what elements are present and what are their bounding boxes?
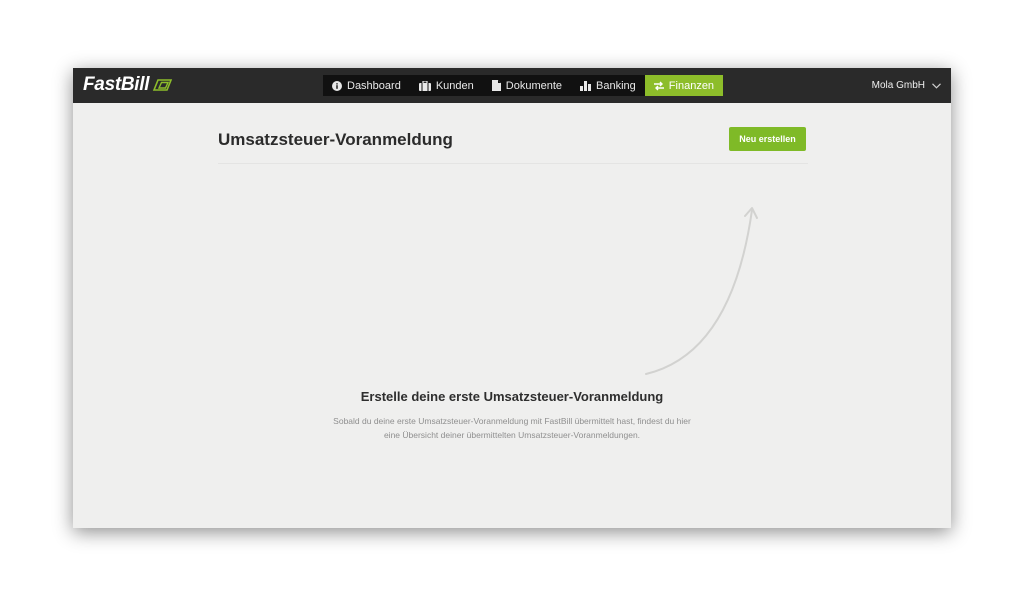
- top-navigation-bar: FastBill Dashboard Kunden Dokumente Bank…: [73, 68, 951, 103]
- chevron-down-icon: [932, 82, 941, 89]
- empty-state-line-2: eine Übersicht deiner übermittelten Umsa…: [383, 430, 641, 440]
- logo-text: FastBill: [83, 74, 150, 95]
- header-divider: [218, 163, 808, 164]
- exchange-icon: [653, 81, 664, 90]
- document-icon: [491, 80, 501, 91]
- account-menu[interactable]: Mola GmbH: [872, 68, 941, 103]
- bar-chart-icon: [580, 80, 592, 91]
- nav-item-dokumente[interactable]: Dokumente: [483, 75, 571, 96]
- logo-signal-icon: [153, 79, 173, 91]
- empty-state-line-1: Sobald du deine erste Umsatzsteuer-Voran…: [333, 416, 691, 426]
- briefcase-icon: [418, 80, 431, 91]
- nav-label-dashboard: Dashboard: [347, 79, 401, 92]
- app-window: FastBill Dashboard Kunden Dokumente Bank…: [73, 68, 951, 528]
- curved-arrow-icon: [645, 207, 758, 375]
- info-icon: [332, 80, 342, 91]
- new-button[interactable]: Neu erstellen: [729, 127, 806, 151]
- empty-state-description: Sobald du deine erste Umsatzsteuer-Voran…: [73, 414, 951, 442]
- fastbill-logo[interactable]: FastBill: [83, 74, 173, 95]
- nav-item-dashboard[interactable]: Dashboard: [323, 75, 410, 96]
- main-navigation: Dashboard Kunden Dokumente Banking Finan…: [323, 75, 724, 96]
- nav-label-finanzen: Finanzen: [668, 79, 715, 92]
- nav-label-banking: Banking: [596, 79, 636, 92]
- nav-item-banking[interactable]: Banking: [571, 75, 645, 96]
- nav-label-dokumente: Dokumente: [505, 79, 563, 92]
- nav-item-finanzen[interactable]: Finanzen: [644, 75, 724, 96]
- nav-item-kunden[interactable]: Kunden: [410, 75, 483, 96]
- nav-label-kunden: Kunden: [435, 79, 474, 92]
- empty-state-title: Erstelle deine erste Umsatzsteuer-Voranm…: [360, 389, 664, 404]
- account-name: Mola GmbH: [871, 80, 925, 91]
- page-title: Umsatzsteuer-Voranmeldung: [218, 130, 453, 149]
